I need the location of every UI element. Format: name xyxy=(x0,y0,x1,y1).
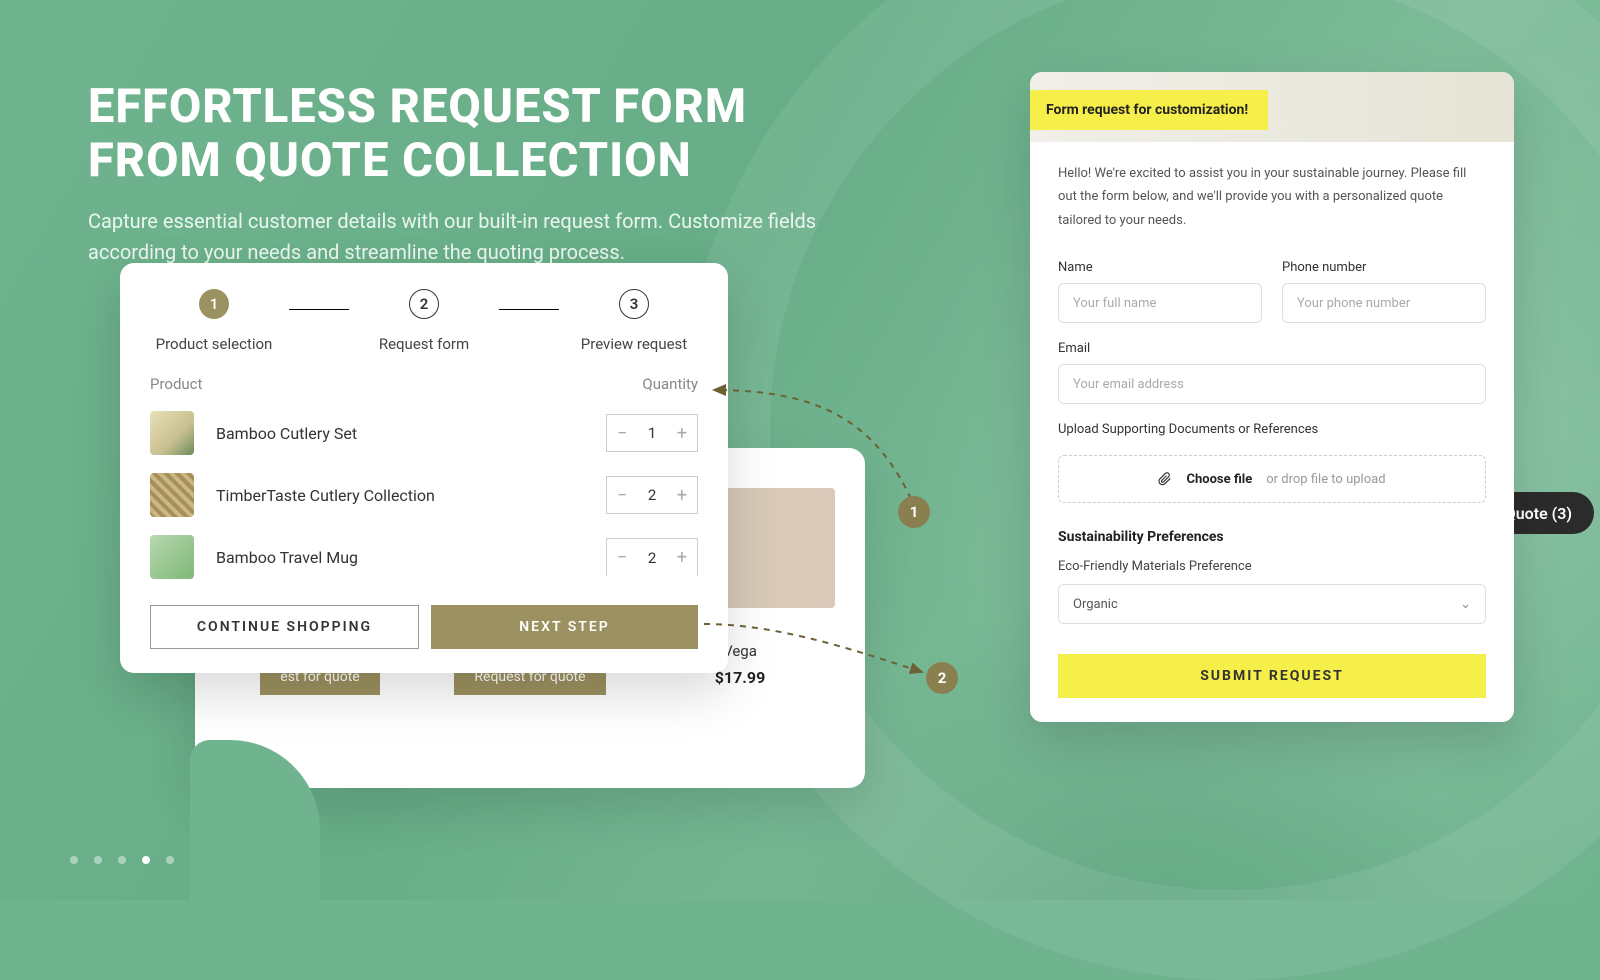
name-label: Name xyxy=(1058,260,1262,275)
continue-shopping-button[interactable]: CONTINUE SHOPPING xyxy=(150,605,419,649)
minus-icon[interactable]: − xyxy=(617,423,627,444)
step-label: Request form xyxy=(379,335,469,353)
form-hero: Form request for customization! xyxy=(1030,72,1514,142)
hero-title: EFFORTLESS REQUEST FORM FROM QUOTE COLLE… xyxy=(88,80,868,188)
next-step-button[interactable]: NEXT STEP xyxy=(431,605,698,649)
carousel-dot[interactable] xyxy=(94,856,102,864)
form-intro: Hello! We're excited to assist you in yo… xyxy=(1058,162,1486,232)
paperclip-icon xyxy=(1158,472,1172,486)
phone-input[interactable] xyxy=(1282,283,1486,323)
carousel-dot[interactable] xyxy=(166,856,174,864)
table-row: Bamboo Cutlery Set − 1 + xyxy=(150,411,698,455)
table-header: Product Quantity xyxy=(150,375,698,393)
hero: EFFORTLESS REQUEST FORM FROM QUOTE COLLE… xyxy=(88,80,868,268)
quantity-stepper[interactable]: − 2 + xyxy=(606,476,698,514)
email-label: Email xyxy=(1058,341,1486,356)
carousel-dot[interactable] xyxy=(70,856,78,864)
email-input[interactable] xyxy=(1058,364,1486,404)
upload-dropzone[interactable]: Choose file or drop file to upload xyxy=(1058,455,1486,503)
form-tag: Form request for customization! xyxy=(1030,90,1268,130)
step-2: 2 Request form xyxy=(364,289,484,353)
stepper: 1 Product selection 2 Request form 3 Pre… xyxy=(150,289,698,353)
upload-label: Upload Supporting Documents or Reference… xyxy=(1058,422,1486,437)
name-input[interactable] xyxy=(1058,283,1262,323)
select-value: Organic xyxy=(1073,597,1118,612)
minus-icon[interactable]: − xyxy=(617,547,627,568)
step-1: 1 Product selection xyxy=(154,289,274,353)
step-3: 3 Preview request xyxy=(574,289,694,353)
quantity-stepper[interactable]: − 2 + xyxy=(606,538,698,576)
choose-file-label: Choose file xyxy=(1186,472,1252,487)
quote-steps-card: 1 Product selection 2 Request form 3 Pre… xyxy=(120,263,728,673)
arrow-1 xyxy=(698,380,938,610)
submit-request-button[interactable]: SUBMIT REQUEST xyxy=(1058,654,1486,698)
step-label: Preview request xyxy=(581,335,687,353)
step-circle: 3 xyxy=(619,289,649,319)
quantity-value: 1 xyxy=(648,424,656,442)
product-name: Bamboo Cutlery Set xyxy=(216,424,584,443)
product-thumb xyxy=(150,411,194,455)
plus-icon[interactable]: + xyxy=(677,485,687,506)
quantity-stepper[interactable]: − 1 + xyxy=(606,414,698,452)
step-connector xyxy=(499,309,559,310)
step-connector xyxy=(289,309,349,310)
hero-subtitle: Capture essential customer details with … xyxy=(88,206,828,268)
product-name: Bamboo Travel Mug xyxy=(216,548,584,567)
plus-icon[interactable]: + xyxy=(677,547,687,568)
preferences-select[interactable]: Organic ⌄ xyxy=(1058,584,1486,624)
annotation-badge-1: 1 xyxy=(898,496,930,528)
product-name: TimberTaste Cutlery Collection xyxy=(216,486,584,505)
phone-label: Phone number xyxy=(1282,260,1486,275)
step-label: Product selection xyxy=(156,335,273,353)
annotation-badge-2: 2 xyxy=(926,662,958,694)
product-thumb xyxy=(150,473,194,517)
minus-icon[interactable]: − xyxy=(617,485,627,506)
quantity-value: 2 xyxy=(648,486,656,504)
chevron-down-icon: ⌄ xyxy=(1460,597,1471,612)
preferences-label: Eco-Friendly Materials Preference xyxy=(1058,559,1486,574)
product-thumb xyxy=(150,535,194,579)
table-row: Bamboo Travel Mug − 2 + xyxy=(150,535,698,579)
table-row: TimberTaste Cutlery Collection − 2 + xyxy=(150,473,698,517)
carousel-dot[interactable] xyxy=(118,856,126,864)
drop-hint: or drop file to upload xyxy=(1266,472,1385,487)
col-product: Product xyxy=(150,375,202,393)
preferences-heading: Sustainability Preferences xyxy=(1058,529,1486,545)
request-form-card: Form request for customization! Hello! W… xyxy=(1030,72,1514,722)
carousel-dot-active[interactable] xyxy=(142,856,150,864)
col-quantity: Quantity xyxy=(642,375,698,393)
quantity-value: 2 xyxy=(648,549,656,567)
plus-icon[interactable]: + xyxy=(677,423,687,444)
step-circle: 1 xyxy=(199,289,229,319)
arrow-2 xyxy=(700,612,950,712)
step-circle: 2 xyxy=(409,289,439,319)
